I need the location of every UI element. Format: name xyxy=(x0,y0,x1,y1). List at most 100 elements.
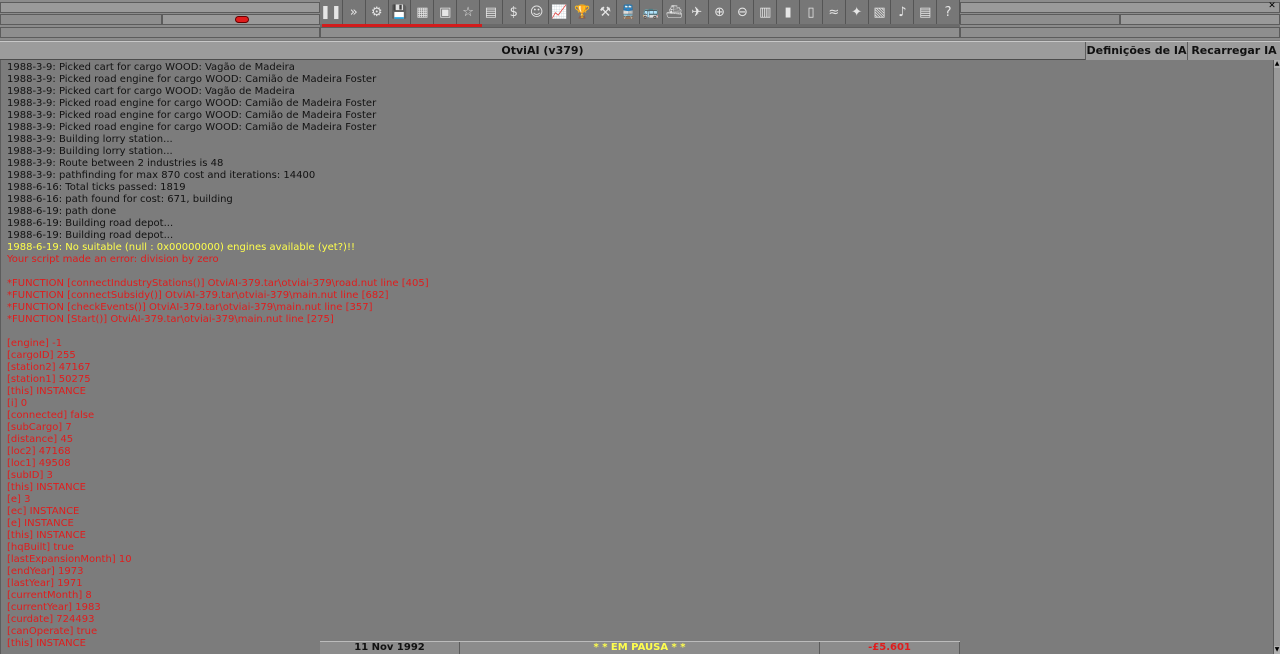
log-line: 1988-3-9: Picked cart for cargo WOOD: Va… xyxy=(7,86,295,97)
log-line: [cargoID] 255 xyxy=(7,350,76,361)
right-lower-bar-1 xyxy=(960,14,1120,25)
log-line: [hqBuilt] true xyxy=(7,542,74,553)
log-line: [subCargo] 7 xyxy=(7,422,72,433)
log-line: 1988-3-9: Route between 2 industries is … xyxy=(7,158,224,169)
zoom-in-icon[interactable]: ⊕ xyxy=(708,0,732,24)
right-top-bar xyxy=(960,2,1280,13)
log-line: 1988-3-9: Picked road engine for cargo W… xyxy=(7,74,377,85)
log-line: [loc1] 49508 xyxy=(7,458,71,469)
settings-icon[interactable]: ⚙ xyxy=(365,0,389,24)
ai-debug-window-titlebar[interactable]: OtviAI (v379) Definições de IA Recarrega… xyxy=(0,41,1280,60)
log-line: Your script made an error: division by z… xyxy=(7,254,219,265)
pause-icon[interactable]: ❚❚ xyxy=(320,0,343,24)
music-icon[interactable]: ♪ xyxy=(891,0,915,24)
log-line: 1988-6-19: Building road depot... xyxy=(7,230,174,241)
log-line: 1988-6-19: No suitable (null : 0x0000000… xyxy=(7,242,355,253)
log-line: *FUNCTION [checkEvents()] OtviAI-379.tar… xyxy=(7,302,373,313)
log-line: [endYear] 1973 xyxy=(7,566,84,577)
right-bottom-bar xyxy=(960,27,1280,38)
fast-forward-icon[interactable]: » xyxy=(342,0,366,24)
town-icon[interactable]: ▣ xyxy=(434,0,458,24)
ai-log-panel[interactable]: 1988-3-9: Picked cart for cargo WOOD: Va… xyxy=(0,60,1273,654)
log-line: [connected] false xyxy=(7,410,95,421)
graph-icon[interactable]: 📈 xyxy=(548,0,572,24)
main-toolbar: ❚❚» ⚙ 💾 ▦ ▣ ☆ ▤ $ ☺ 📈 🏆 ⚒ 🚆 🚌 ⛴ ✈ ⊕ ⊖ ▥ ▮ ▯ ≈ ✦ ▧ ♪ ▤? xyxy=(320,0,961,27)
log-line: 1988-3-9: Picked road engine for cargo W… xyxy=(7,110,377,121)
log-line: 1988-6-19: path done xyxy=(7,206,117,217)
build-water-icon[interactable]: ≈ xyxy=(822,0,846,24)
log-line: [e] INSTANCE xyxy=(7,518,74,529)
log-line: 1988-6-19: Building road depot... xyxy=(7,218,174,229)
status-news[interactable]: * * EM PAUSA * * xyxy=(460,642,820,654)
aircraft-icon[interactable]: ✈ xyxy=(685,0,709,24)
stations-icon[interactable]: ▤ xyxy=(480,0,503,24)
finances-icon[interactable]: $ xyxy=(502,0,526,24)
log-line: 1988-3-9: pathfinding for max 870 cost a… xyxy=(7,170,316,181)
log-line: [currentYear] 1983 xyxy=(7,602,101,613)
log-line: [canOperate] true xyxy=(7,626,98,637)
log-line: [e] 3 xyxy=(7,494,31,505)
help-icon[interactable]: ? xyxy=(937,0,961,24)
log-line: [lastExpansionMonth] 10 xyxy=(7,554,132,565)
center-bottom-bar xyxy=(320,27,960,38)
window-title: OtviAI (v379) xyxy=(501,44,584,57)
log-line: [ec] INSTANCE xyxy=(7,506,80,517)
log-line: [currentMonth] 8 xyxy=(7,590,92,601)
close-icon[interactable]: ✕ xyxy=(1266,1,1278,12)
log-line: [this] INSTANCE xyxy=(7,482,86,493)
build-air-icon[interactable]: ✦ xyxy=(845,0,869,24)
toolbar-red-underline xyxy=(322,24,482,27)
subsidies-icon[interactable]: ☆ xyxy=(457,0,481,24)
league-icon[interactable]: 🏆 xyxy=(571,0,595,24)
landscape-icon[interactable]: ▧ xyxy=(868,0,892,24)
trains-icon[interactable]: 🚆 xyxy=(617,0,641,24)
log-line: [curdate] 724493 xyxy=(7,614,95,625)
log-line: [this] INSTANCE xyxy=(7,386,86,397)
log-line: [subID] 3 xyxy=(7,470,53,481)
log-line: 1988-3-9: Picked road engine for cargo W… xyxy=(7,98,377,109)
build-tram-icon[interactable]: ▯ xyxy=(800,0,823,24)
minimap-icon[interactable]: ▦ xyxy=(411,0,435,24)
log-line: 1988-3-9: Picked cart for cargo WOOD: Va… xyxy=(7,62,295,73)
reload-ai-button[interactable]: Recarregar IA xyxy=(1187,42,1280,60)
log-line: *FUNCTION [connectIndustryStations()] Ot… xyxy=(7,278,429,289)
log-line: [lastYear] 1971 xyxy=(7,578,83,589)
log-line: [engine] -1 xyxy=(7,338,63,349)
save-icon[interactable]: 💾 xyxy=(388,0,412,24)
left-bottom-bar xyxy=(0,27,320,38)
log-line: [loc2] 47168 xyxy=(7,446,71,457)
news-icon[interactable]: ▤ xyxy=(914,0,938,24)
build-rail-icon[interactable]: ▥ xyxy=(754,0,778,24)
scroll-up-icon[interactable]: ▲ xyxy=(1274,60,1280,68)
log-line: [i] 0 xyxy=(7,398,28,409)
log-line: 1988-3-9: Building lorry station... xyxy=(7,146,173,157)
log-line: 1988-6-16: path found for cost: 671, bui… xyxy=(7,194,233,205)
scroll-down-icon[interactable]: ▼ xyxy=(1274,646,1280,654)
log-line: [station2] 47167 xyxy=(7,362,91,373)
log-line: 1988-3-9: Picked road engine for cargo W… xyxy=(7,122,377,133)
company-icon[interactable]: ☺ xyxy=(525,0,549,24)
log-line: [this] INSTANCE xyxy=(7,530,86,541)
right-lower-bar-2 xyxy=(1120,14,1280,25)
ships-icon[interactable]: ⛴ xyxy=(662,0,686,24)
status-date: 11 Nov 1992 xyxy=(320,642,460,654)
left-top-bar xyxy=(0,2,320,13)
log-line: [distance] 45 xyxy=(7,434,74,445)
ai-settings-button[interactable]: Definições de IA xyxy=(1085,42,1187,60)
road-vehicles-icon[interactable]: 🚌 xyxy=(640,0,663,24)
log-scrollbar[interactable]: ▲ ▼ xyxy=(1273,60,1280,654)
status-bar: 11 Nov 1992 * * EM PAUSA * * -£5.601 xyxy=(320,641,960,654)
log-line: [station1] 50275 xyxy=(7,374,91,385)
log-line: 1988-3-9: Building lorry station... xyxy=(7,134,173,145)
red-indicator xyxy=(235,16,249,23)
status-money[interactable]: -£5.601 xyxy=(820,642,960,654)
build-road-icon[interactable]: ▮ xyxy=(777,0,801,24)
log-line: 1988-6-16: Total ticks passed: 1819 xyxy=(7,182,186,193)
industry-icon[interactable]: ⚒ xyxy=(594,0,618,24)
left-lower-bar-1 xyxy=(0,14,162,25)
log-line: *FUNCTION [connectSubsidy()] OtviAI-379.… xyxy=(7,290,389,301)
log-line: *FUNCTION [Start()] OtviAI-379.tar\otvia… xyxy=(7,314,334,325)
zoom-out-icon[interactable]: ⊖ xyxy=(731,0,755,24)
